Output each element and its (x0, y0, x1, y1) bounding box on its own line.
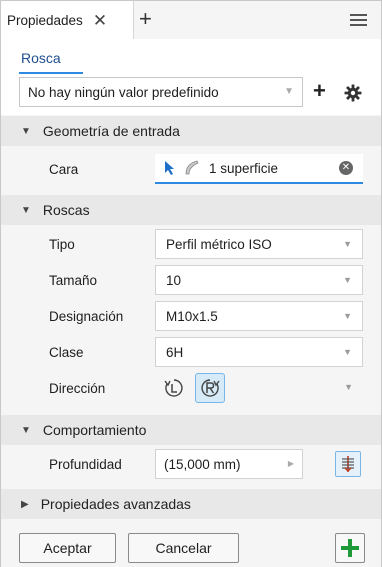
chevron-down-icon: ▼ (343, 347, 352, 357)
class-label: Clase (49, 345, 84, 360)
input-geometry-body: Cara 1 superficie ✕ (1, 146, 381, 192)
face-label: Cara (49, 162, 79, 177)
cancel-button[interactable]: Cancelar (128, 533, 239, 563)
section-title: Comportamiento (42, 422, 147, 438)
preset-area: Rosca No hay ningún valor predefinido ▼ … (1, 39, 381, 115)
section-title: Propiedades avanzadas (40, 496, 191, 512)
close-icon[interactable]: ✕ (93, 12, 107, 29)
face-selector[interactable]: 1 superficie ✕ (155, 154, 363, 184)
section-behavior[interactable]: ▼ Comportamiento (1, 415, 381, 445)
apply-button[interactable] (335, 533, 365, 563)
chevron-down-icon: ▼ (343, 311, 352, 321)
type-dropdown[interactable]: Perfil métrico ISO ▼ (155, 229, 363, 259)
right-hand-thread-icon[interactable] (195, 373, 225, 403)
preset-dropdown[interactable]: No hay ningún valor predefinido ▼ (19, 77, 303, 107)
section-title: Roscas (42, 202, 90, 218)
designation-label: Designación (49, 309, 124, 324)
tab-properties[interactable]: Propiedades ✕ (1, 1, 134, 39)
collapse-arrow-icon: ▼ (21, 204, 31, 216)
designation-dropdown[interactable]: M10x1.5 ▼ (155, 301, 363, 331)
depth-value: (15,000 mm) (164, 456, 241, 472)
add-tab-icon[interactable]: + (139, 6, 152, 32)
select-arrow-icon (165, 161, 174, 175)
gear-icon[interactable] (343, 83, 363, 103)
chevron-down-icon[interactable]: ▼ (344, 382, 353, 392)
depth-input[interactable]: (15,000 mm) ▶ (155, 449, 303, 479)
tab-label: Propiedades (7, 12, 83, 28)
depth-flip-icon[interactable] (335, 451, 361, 477)
active-tab-underline (19, 72, 83, 74)
class-value: 6H (166, 344, 184, 360)
designation-value: M10x1.5 (166, 308, 218, 324)
section-input-geometry[interactable]: ▼ Geometría de entrada (1, 116, 381, 146)
face-selection-icon (185, 160, 199, 175)
depth-label: Profundidad (49, 457, 122, 472)
properties-panel: Propiedades ✕ + Rosca No hay ningún valo… (0, 0, 382, 567)
left-hand-thread-icon[interactable] (159, 373, 189, 403)
type-label: Tipo (49, 237, 75, 252)
section-title: Geometría de entrada (42, 123, 180, 139)
threads-body: Tipo Perfil métrico ISO ▼ Tamaño 10 ▼ De… (1, 225, 381, 415)
chevron-down-icon: ▼ (343, 239, 352, 249)
chevron-right-icon[interactable]: ▶ (288, 459, 294, 468)
collapse-arrow-icon: ▼ (21, 424, 31, 436)
direction-label: Dirección (49, 381, 106, 396)
hamburger-menu-icon[interactable] (350, 14, 367, 26)
rosca-tab-link[interactable]: Rosca (21, 50, 61, 66)
preset-dropdown-value: No hay ningún valor predefinido (28, 84, 219, 100)
apply-plus-icon (341, 539, 359, 557)
size-value: 10 (166, 272, 182, 288)
footer: Aceptar Cancelar (1, 519, 381, 567)
face-value: 1 superficie (209, 160, 279, 176)
class-dropdown[interactable]: 6H ▼ (155, 337, 363, 367)
title-bar: Propiedades ✕ + (1, 1, 381, 39)
type-value: Perfil métrico ISO (166, 236, 272, 252)
accept-button[interactable]: Aceptar (19, 533, 116, 563)
size-label: Tamaño (49, 273, 98, 288)
behavior-body: Profundidad (15,000 mm) ▶ (1, 445, 381, 487)
size-dropdown[interactable]: 10 ▼ (155, 265, 363, 295)
clear-icon[interactable]: ✕ (339, 161, 353, 175)
collapse-arrow-icon: ▼ (21, 125, 31, 137)
expand-arrow-icon: ▶ (21, 498, 29, 510)
direction-options: ▼ (159, 373, 363, 403)
chevron-down-icon: ▼ (284, 86, 294, 97)
chevron-down-icon: ▼ (343, 275, 352, 285)
section-threads[interactable]: ▼ Roscas (1, 195, 381, 225)
add-preset-icon[interactable]: + (313, 79, 326, 103)
section-advanced[interactable]: ▶ Propiedades avanzadas (1, 489, 381, 519)
